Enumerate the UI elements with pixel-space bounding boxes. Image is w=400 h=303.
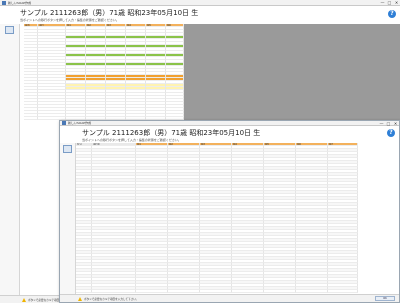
table-row[interactable] [76,290,398,293]
patient-subtitle: 当ポイントへの移行ボタンを押して入力・編集の状態をご確認ください。 [20,18,119,22]
warning-icon [22,298,26,302]
warning-icon [78,297,82,301]
front-data-grid[interactable]: 区分 項目名 値1 値2 値3 値4 値5 値6 値7 [76,143,398,295]
ok-button[interactable]: OK [375,296,395,301]
close-button[interactable]: ✕ [392,121,399,126]
document-icon[interactable] [5,26,14,34]
minimize-button[interactable]: — [378,121,385,126]
maximize-button[interactable]: □ [385,121,392,126]
help-icon[interactable]: ? [388,10,396,18]
table-cell[interactable] [168,290,200,293]
front-statusbar: ボタンで必要なカルテ項目を入力して下さい。 OK [60,294,399,302]
patient-title: サンプル 2111263郎（男）71歳 昭和23年05月10日 生 [20,9,199,17]
patient-title: サンプル 2111263郎（男）71歳 昭和23年05月10日 生 [82,129,261,137]
document-icon[interactable] [63,145,72,153]
front-window-title: 新しいSOAP作成 [68,121,92,125]
table-cell[interactable] [24,117,38,120]
maximize-button[interactable]: □ [386,0,393,5]
back-window-title: 新しいSOAP作成 [8,0,32,5]
table-cell[interactable] [92,290,136,293]
front-status-text: ボタンで必要なカルテ項目を入力して下さい。 [84,298,139,301]
table-cell[interactable] [136,290,168,293]
empty-gray-area [184,24,400,122]
app-icon [2,0,6,5]
table-cell[interactable] [264,290,296,293]
app-icon [62,121,66,125]
table-cell[interactable] [76,290,92,293]
front-header: サンプル 2111263郎（男）71歳 昭和23年05月10日 生 当ポイントへ… [60,126,399,143]
table-cell[interactable] [296,290,328,293]
back-sidebar: 入力 [0,24,20,303]
help-icon[interactable]: ? [387,129,395,137]
front-sidebar: 入力 [60,143,76,302]
patient-subtitle: 当ポイントへの移行ボタンを押して入力・編集の状態をご確認ください。 [82,138,181,142]
back-header: サンプル 2111263郎（男）71歳 昭和23年05月10日 生 当ポイントへ… [0,6,400,24]
minimize-button[interactable]: — [379,0,386,5]
table-cell[interactable] [328,290,358,293]
back-data-grid[interactable]: 検査 項目 値1 値2 値3 値4 値5 値6 [24,24,184,122]
table-cell[interactable] [200,290,232,293]
table-cell[interactable] [232,290,264,293]
front-window: 新しいSOAP作成 — □ ✕ サンプル 2111263郎（男）71歳 昭和23… [59,120,400,303]
close-button[interactable]: ✕ [393,0,400,5]
